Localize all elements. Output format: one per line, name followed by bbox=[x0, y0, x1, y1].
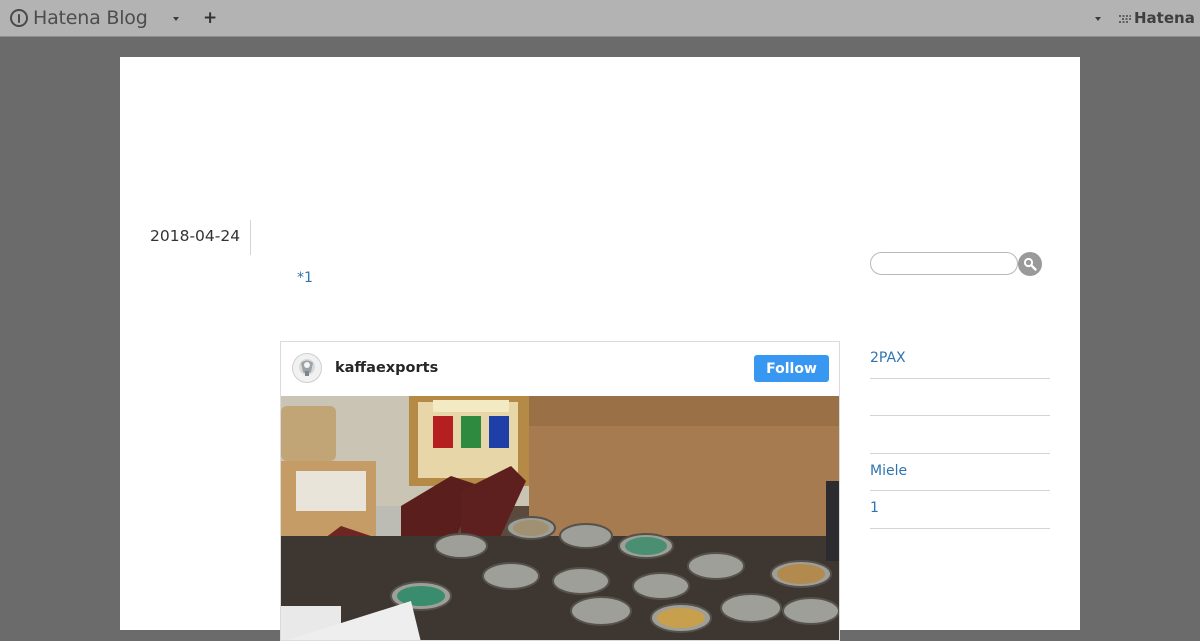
search-input[interactable] bbox=[870, 252, 1018, 275]
sidebar-item: 2PAX bbox=[870, 341, 1050, 379]
chevron-down-icon[interactable] bbox=[1095, 17, 1101, 21]
global-header: Hatena Blog + Hatena bbox=[0, 0, 1200, 37]
sidebar-list: 2PAX Miele 1 bbox=[870, 341, 1050, 529]
plus-icon[interactable]: + bbox=[203, 8, 217, 28]
hatena-logo-icon bbox=[1119, 14, 1131, 23]
date-divider bbox=[250, 220, 251, 255]
hatena-blog-logo-icon bbox=[10, 9, 28, 27]
hatena-logo-text: Hatena bbox=[1134, 9, 1195, 27]
hatena-menu-link[interactable]: Hatena bbox=[1118, 10, 1195, 27]
brand-name: Hatena Blog bbox=[33, 7, 148, 29]
search-icon bbox=[1023, 257, 1037, 271]
instagram-embed-header: kaffaexports Follow bbox=[281, 342, 839, 396]
instagram-photo[interactable] bbox=[281, 396, 839, 640]
sidebar-item: Miele bbox=[870, 454, 1050, 491]
entry-date[interactable]: 2018-04-24 bbox=[150, 227, 240, 245]
hatena-blog-home-link[interactable]: Hatena Blog bbox=[10, 7, 148, 29]
instagram-username[interactable]: kaffaexports bbox=[335, 360, 438, 376]
sidebar-item bbox=[870, 416, 1050, 454]
footnote-link[interactable]: *1 bbox=[297, 270, 313, 286]
sidebar-item-link[interactable]: Miele bbox=[870, 463, 907, 479]
sidebar-item: 1 bbox=[870, 491, 1050, 529]
avatar[interactable] bbox=[292, 353, 322, 383]
blog-page: 2018-04-24 *1 kaffaexports Follow 2PAX M… bbox=[120, 57, 1080, 641]
sidebar-item-link[interactable]: 1 bbox=[870, 500, 879, 516]
sidebar-item-link[interactable]: 2PAX bbox=[870, 350, 906, 366]
instagram-embed: kaffaexports Follow bbox=[280, 341, 840, 641]
search-button[interactable] bbox=[1018, 252, 1042, 276]
chevron-down-icon[interactable] bbox=[173, 17, 179, 21]
sidebar-item bbox=[870, 379, 1050, 416]
follow-button[interactable]: Follow bbox=[754, 355, 829, 382]
